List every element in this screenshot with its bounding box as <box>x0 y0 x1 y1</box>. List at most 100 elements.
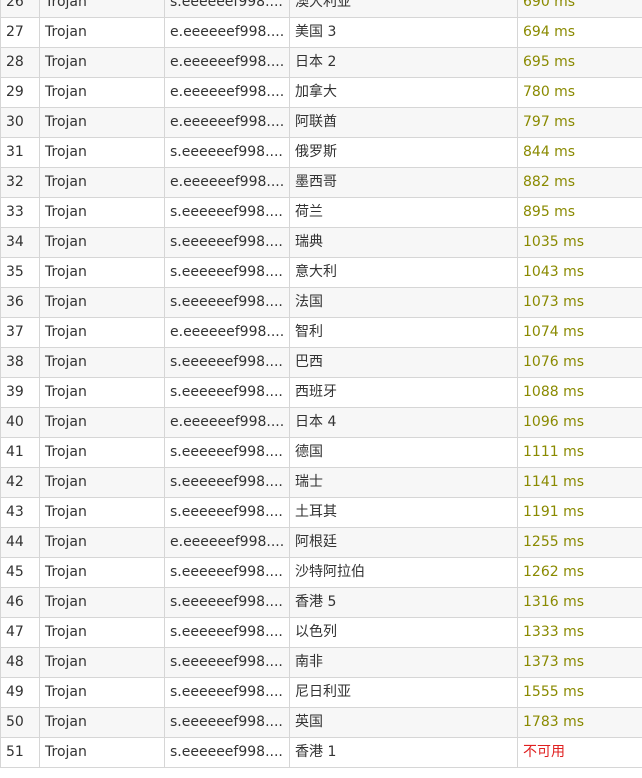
row-server-cell: s.eeeeeef998.... <box>164 647 290 678</box>
table-row[interactable]: 38 Trojan s.eeeeeef998.... 巴西 1076 ms <box>0 347 642 378</box>
table-row[interactable]: 39 Trojan s.eeeeeef998.... 西班牙 1088 ms <box>0 377 642 408</box>
row-type-cell: Trojan <box>39 407 165 438</box>
row-type-cell: Trojan <box>39 377 165 408</box>
table-row[interactable]: 30 Trojan e.eeeeeef998.... 阿联酋 797 ms <box>0 107 642 138</box>
table-row[interactable]: 36 Trojan s.eeeeeef998.... 法国 1073 ms <box>0 287 642 318</box>
table-row[interactable]: 50 Trojan s.eeeeeef998.... 英国 1783 ms <box>0 707 642 738</box>
row-delay-cell: 895 ms <box>517 197 642 228</box>
row-index-cell: 31 <box>0 137 40 168</box>
table-row[interactable]: 41 Trojan s.eeeeeef998.... 德国 1111 ms <box>0 437 642 468</box>
row-server-cell: s.eeeeeef998.... <box>164 557 290 588</box>
table-row[interactable]: 43 Trojan s.eeeeeef998.... 土耳其 1191 ms <box>0 497 642 528</box>
table-row[interactable]: 46 Trojan s.eeeeeef998.... 香港 5 1316 ms <box>0 587 642 618</box>
row-server-cell: s.eeeeeef998.... <box>164 287 290 318</box>
row-delay-cell: 1373 ms <box>517 647 642 678</box>
table-row[interactable]: 28 Trojan e.eeeeeef998.... 日本 2 695 ms <box>0 47 642 78</box>
row-server-cell: s.eeeeeef998.... <box>164 617 290 648</box>
row-index-cell: 46 <box>0 587 40 618</box>
row-server-cell: e.eeeeeef998.... <box>164 167 290 198</box>
row-remark-cell: 香港 1 <box>289 737 518 768</box>
row-delay-cell: 1076 ms <box>517 347 642 378</box>
row-remark-cell: 以色列 <box>289 617 518 648</box>
table-row[interactable]: 42 Trojan s.eeeeeef998.... 瑞士 1141 ms <box>0 467 642 498</box>
row-delay-cell: 1141 ms <box>517 467 642 498</box>
node-table-wrapper: 26 Trojan s.eeeeeef998.... 澳大利亚 690 ms 27 Troj… <box>0 0 642 768</box>
row-server-cell: s.eeeeeef998.... <box>164 137 290 168</box>
table-row[interactable]: 32 Trojan e.eeeeeef998.... 墨西哥 882 ms <box>0 167 642 198</box>
row-delay-cell: 695 ms <box>517 47 642 78</box>
table-row[interactable]: 45 Trojan s.eeeeeef998.... 沙特阿拉伯 1262 ms <box>0 557 642 588</box>
row-delay-cell: 1096 ms <box>517 407 642 438</box>
row-remark-cell: 智利 <box>289 317 518 348</box>
row-remark-cell: 澳大利亚 <box>289 0 518 18</box>
table-row[interactable]: 47 Trojan s.eeeeeef998.... 以色列 1333 ms <box>0 617 642 648</box>
row-delay-cell: 694 ms <box>517 17 642 48</box>
row-delay-cell: 780 ms <box>517 77 642 108</box>
row-type-cell: Trojan <box>39 317 165 348</box>
row-server-cell: e.eeeeeef998.... <box>164 317 290 348</box>
row-remark-cell: 阿联酋 <box>289 107 518 138</box>
row-delay-cell: 1262 ms <box>517 557 642 588</box>
table-row[interactable]: 48 Trojan s.eeeeeef998.... 南非 1373 ms <box>0 647 642 678</box>
row-type-cell: Trojan <box>39 677 165 708</box>
row-type-cell: Trojan <box>39 227 165 258</box>
row-index-cell: 34 <box>0 227 40 258</box>
table-row[interactable]: 37 Trojan e.eeeeeef998.... 智利 1074 ms <box>0 317 642 348</box>
table-row[interactable]: 31 Trojan s.eeeeeef998.... 俄罗斯 844 ms <box>0 137 642 168</box>
row-delay-cell: 797 ms <box>517 107 642 138</box>
row-remark-cell: 日本 2 <box>289 47 518 78</box>
row-index-cell: 42 <box>0 467 40 498</box>
row-index-cell: 27 <box>0 17 40 48</box>
table-row[interactable]: 29 Trojan e.eeeeeef998.... 加拿大 780 ms <box>0 77 642 108</box>
row-server-cell: s.eeeeeef998.... <box>164 197 290 228</box>
row-server-cell: s.eeeeeef998.... <box>164 677 290 708</box>
row-delay-cell: 1316 ms <box>517 587 642 618</box>
row-index-cell: 47 <box>0 617 40 648</box>
row-delay-cell: 1043 ms <box>517 257 642 288</box>
row-server-cell: s.eeeeeef998.... <box>164 257 290 288</box>
row-index-cell: 30 <box>0 107 40 138</box>
row-index-cell: 37 <box>0 317 40 348</box>
row-index-cell: 51 <box>0 737 40 768</box>
row-remark-cell: 尼日利亚 <box>289 677 518 708</box>
row-type-cell: Trojan <box>39 497 165 528</box>
row-type-cell: Trojan <box>39 167 165 198</box>
table-row[interactable]: 35 Trojan s.eeeeeef998.... 意大利 1043 ms <box>0 257 642 288</box>
row-remark-cell: 荷兰 <box>289 197 518 228</box>
table-row[interactable]: 34 Trojan s.eeeeeef998.... 瑞典 1035 ms <box>0 227 642 258</box>
row-delay-cell: 1555 ms <box>517 677 642 708</box>
row-remark-cell: 香港 5 <box>289 587 518 618</box>
row-delay-cell: 1191 ms <box>517 497 642 528</box>
table-row[interactable]: 49 Trojan s.eeeeeef998.... 尼日利亚 1555 ms <box>0 677 642 708</box>
row-remark-cell: 阿根廷 <box>289 527 518 558</box>
row-index-cell: 32 <box>0 167 40 198</box>
row-server-cell: s.eeeeeef998.... <box>164 587 290 618</box>
row-server-cell: e.eeeeeef998.... <box>164 17 290 48</box>
row-type-cell: Trojan <box>39 0 165 18</box>
table-row[interactable]: 33 Trojan s.eeeeeef998.... 荷兰 895 ms <box>0 197 642 228</box>
table-row[interactable]: 44 Trojan e.eeeeeef998.... 阿根廷 1255 ms <box>0 527 642 558</box>
row-remark-cell: 南非 <box>289 647 518 678</box>
row-server-cell: s.eeeeeef998.... <box>164 707 290 738</box>
row-index-cell: 44 <box>0 527 40 558</box>
row-index-cell: 45 <box>0 557 40 588</box>
row-delay-cell: 1333 ms <box>517 617 642 648</box>
node-table: 26 Trojan s.eeeeeef998.... 澳大利亚 690 ms 27 Troj… <box>0 0 642 768</box>
table-row[interactable]: 27 Trojan e.eeeeeef998.... 美国 3 694 ms <box>0 17 642 48</box>
row-server-cell: s.eeeeeef998.... <box>164 0 290 18</box>
row-remark-cell: 墨西哥 <box>289 167 518 198</box>
row-index-cell: 40 <box>0 407 40 438</box>
row-remark-cell: 俄罗斯 <box>289 137 518 168</box>
row-remark-cell: 土耳其 <box>289 497 518 528</box>
row-type-cell: Trojan <box>39 467 165 498</box>
row-type-cell: Trojan <box>39 437 165 468</box>
row-server-cell: s.eeeeeef998.... <box>164 467 290 498</box>
row-index-cell: 49 <box>0 677 40 708</box>
row-type-cell: Trojan <box>39 17 165 48</box>
table-row[interactable]: 51 Trojan s.eeeeeef998.... 香港 1 不可用 <box>0 737 642 768</box>
row-index-cell: 39 <box>0 377 40 408</box>
row-index-cell: 35 <box>0 257 40 288</box>
table-row[interactable]: 26 Trojan s.eeeeeef998.... 澳大利亚 690 ms <box>0 0 642 18</box>
table-row[interactable]: 40 Trojan e.eeeeeef998.... 日本 4 1096 ms <box>0 407 642 438</box>
row-type-cell: Trojan <box>39 617 165 648</box>
